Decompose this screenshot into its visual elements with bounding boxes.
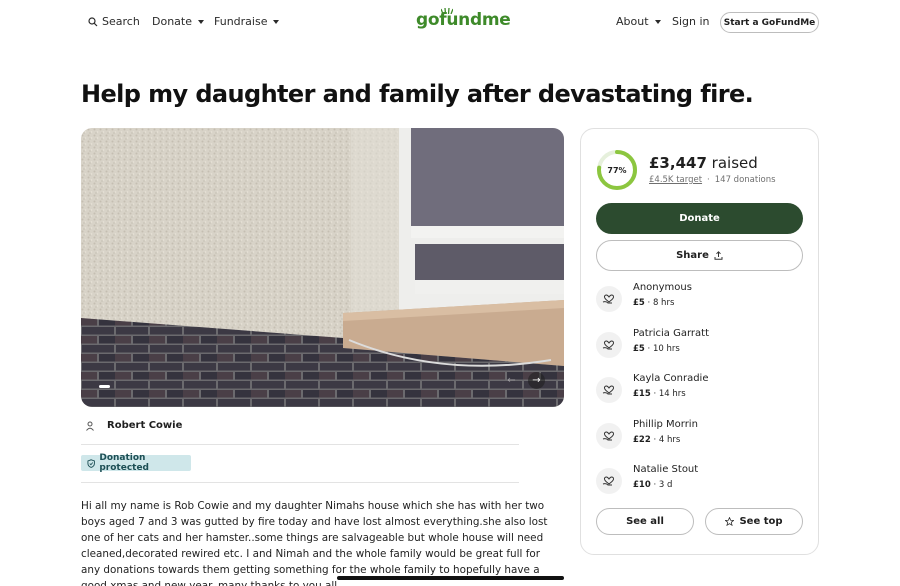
donor-amount: £5 [633,343,645,354]
about-menu-label: About [616,15,649,28]
donor-row: Anonymous £5 · 8 hrs [596,282,806,316]
separator: · [707,175,710,185]
share-upload-icon [714,251,723,260]
organizer-name: Robert Cowie [107,420,183,431]
donor-amount: £22 [633,434,651,445]
donor-amount: £10 [633,480,651,490]
donor-meta: £10 · 3 d [633,480,672,490]
chevron-left-icon[interactable]: ← [503,372,520,389]
gofundme-logo[interactable]: gofundme [416,10,511,30]
chevron-down-icon [273,19,280,24]
chevron-right-icon[interactable]: → [528,372,545,389]
star-icon [725,517,735,526]
shield-icon [87,458,95,468]
raised-suffix: raised [711,154,758,172]
site-header: Search Donate Fundraise gofundme About S… [0,0,900,44]
share-label: Share [676,250,709,261]
donor-name: Natalie Stout [633,464,699,475]
donor-amount: £15 [633,389,651,399]
donor-meta: £5 · 8 hrs [633,298,674,308]
donor-meta: £15 · 14 hrs [633,389,686,399]
search-icon [88,16,98,26]
story-line: Hi all my name is Rob Cowie and my daugh… [81,500,545,512]
donation-protected-label: Donation protected [99,453,149,473]
divider [81,482,519,483]
story-line: one of her cats and her hamster..some th… [81,532,544,544]
campaign-photo[interactable] [81,128,564,407]
campaign-title: Help my daughter and family after devast… [81,80,754,108]
chevron-down-icon [198,19,204,24]
target-line: £4.5K target · 147 donations [649,175,776,185]
heart-hand-icon [596,422,622,449]
person-icon [86,421,94,431]
see-top-button[interactable]: See top [705,508,803,535]
heart-hand-icon [596,377,622,403]
signin-link[interactable]: Sign in [672,15,710,28]
progress-percent: 77% [607,165,627,175]
donor-row: Kayla Conradie £15 · 14 hrs [596,373,806,407]
start-gofundme-button[interactable]: Start a GoFundMe [720,12,819,33]
search-label: Search [102,15,140,28]
donor-amount: £5 [633,298,645,308]
fundraise-menu-label: Fundraise [214,15,268,28]
donor-time: · 10 hrs [644,343,680,354]
search-link[interactable]: Search [88,15,140,28]
carousel-indicator[interactable] [99,385,110,388]
signin-label: Sign in [672,15,710,28]
donor-time: · 4 hrs [650,434,681,445]
see-all-button[interactable]: See all [596,508,694,535]
fundraise-menu[interactable]: Fundraise [214,15,280,28]
story-line: cleaned,decorated rewired etc. I and Nim… [81,548,540,560]
donor-meta: £22 · 4 hrs [633,435,680,445]
donate-menu-label: Donate [152,15,192,28]
donor-row: Natalie Stout £10 · 3 d [596,464,806,498]
raised-amount: £3,447 raised [649,154,758,172]
donor-row: Patricia Garratt £5 · 10 hrs [596,328,806,362]
target-link[interactable]: £4.5K target [649,175,702,185]
donation-count: 147 donations [714,175,776,185]
heart-hand-icon [596,331,622,358]
raised-value: £3,447 [649,154,707,172]
donor-name: Anonymous [633,282,692,293]
organizer-row[interactable]: Robert Cowie [81,417,519,445]
donate-menu[interactable]: Donate [152,15,204,28]
donor-name: Kayla Conradie [633,373,709,384]
heart-hand-icon [596,468,622,494]
chevron-down-icon [654,19,661,24]
share-button[interactable]: Share [596,240,803,271]
see-all-label: See all [626,516,664,527]
donor-time: · 8 hrs [644,298,675,308]
donor-meta: £5 · 10 hrs [633,344,680,354]
donor-name: Patricia Garratt [633,327,709,339]
see-top-label: See top [739,516,783,527]
campaign-story: Hi all my name is Rob Cowie and my daugh… [81,498,548,586]
about-menu[interactable]: About [616,15,661,28]
donor-time: · 3 d [650,480,673,490]
donation-protected-badge[interactable]: Donation protected [81,453,191,473]
heart-hand-icon [596,286,622,312]
donor-name: Phillip Morrin [633,418,698,430]
donor-time: · 14 hrs [650,389,686,399]
donor-row: Phillip Morrin £22 · 4 hrs [596,419,806,453]
home-indicator-bar [337,576,564,580]
story-line: boys aged 7 and 3 was gutted by fire tod… [81,516,548,528]
donate-button[interactable]: Donate [596,203,803,234]
